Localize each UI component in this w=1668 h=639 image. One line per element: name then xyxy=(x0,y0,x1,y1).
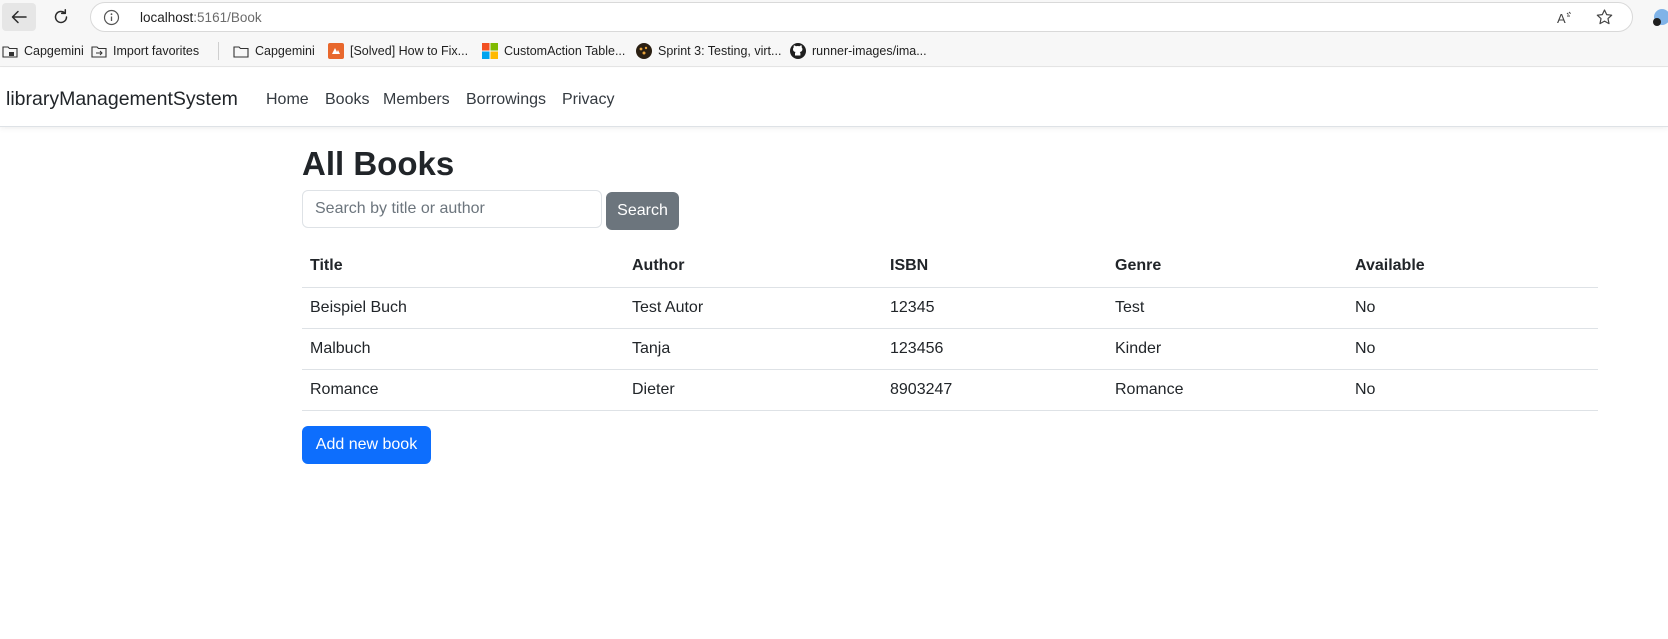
back-arrow-icon xyxy=(11,10,27,24)
folder-lock-icon xyxy=(2,43,18,59)
url-host: localhost xyxy=(140,10,194,25)
nav-link-privacy[interactable]: Privacy xyxy=(562,91,614,109)
bookmark-capgemini-folder[interactable]: Capgemini xyxy=(2,42,84,60)
nav-link-members[interactable]: Members xyxy=(383,91,450,109)
address-bar[interactable]: localhost:5161/Book A xyxy=(90,2,1633,32)
table-row: Beispiel Buch Test Autor 12345 Test No xyxy=(302,287,1598,329)
bookmarks-bar: Capgemini Import favorites Capgemini [So… xyxy=(0,34,1668,67)
bookmark-label: runner-images/ima... xyxy=(812,44,927,58)
column-header-available: Available xyxy=(1347,246,1598,288)
url-path: :5161/Book xyxy=(193,10,262,25)
reload-icon xyxy=(54,9,68,24)
cell-available: No xyxy=(1347,369,1598,411)
site-info-icon[interactable] xyxy=(103,9,120,26)
cell-title: Malbuch xyxy=(302,328,624,370)
url-text[interactable]: localhost:5161/Book xyxy=(140,10,262,25)
microsoft-icon xyxy=(482,43,498,59)
cell-author: Tanja xyxy=(624,328,882,370)
svg-text:A: A xyxy=(1557,11,1566,26)
nav-link-borrowings[interactable]: Borrowings xyxy=(466,91,546,109)
browser-toolbar: localhost:5161/Book A xyxy=(0,0,1668,34)
page-title: All Books xyxy=(302,145,455,182)
app-navbar: libraryManagementSystem Home Books Membe… xyxy=(0,68,1668,127)
cell-available: No xyxy=(1347,328,1598,370)
bookmark-runner-images[interactable]: runner-images/ima... xyxy=(790,42,927,60)
cell-title: Romance xyxy=(302,369,624,411)
cell-genre: Romance xyxy=(1107,369,1347,411)
bookmark-import-favorites[interactable]: Import favorites xyxy=(91,42,199,60)
bookmark-solved-how-to-fix[interactable]: [Solved] How to Fix... xyxy=(328,42,468,60)
profile-icon[interactable] xyxy=(1651,9,1668,27)
column-header-title: Title xyxy=(302,246,624,288)
bookmark-label: Sprint 3: Testing, virt... xyxy=(658,44,782,58)
column-header-author: Author xyxy=(624,246,882,288)
cell-isbn: 8903247 xyxy=(882,369,1107,411)
search-input[interactable] xyxy=(302,190,602,228)
bookmark-separator xyxy=(218,42,219,60)
cell-title: Beispiel Buch xyxy=(302,287,624,329)
site-icon xyxy=(328,43,344,59)
favorite-star-icon[interactable] xyxy=(1595,8,1614,27)
cell-genre: Test xyxy=(1107,287,1347,329)
cell-author: Test Autor xyxy=(624,287,882,329)
brand-link[interactable]: libraryManagementSystem xyxy=(6,88,238,111)
bookmark-label: Import favorites xyxy=(113,44,200,58)
bookmark-label: Capgemini xyxy=(24,44,84,58)
bookmark-label: [Solved] How to Fix... xyxy=(350,44,469,58)
github-icon xyxy=(790,43,806,59)
bookmark-sprint-3[interactable]: Sprint 3: Testing, virt... xyxy=(636,42,781,60)
nav-link-books[interactable]: Books xyxy=(325,91,369,109)
column-header-genre: Genre xyxy=(1107,246,1347,288)
table-row: Romance Dieter 8903247 Romance No xyxy=(302,369,1598,411)
search-button[interactable]: Search xyxy=(606,192,679,230)
bookmark-label: CustomAction Table... xyxy=(504,44,626,58)
sprint-icon xyxy=(636,43,652,59)
table-header-row: Title Author ISBN Genre Available xyxy=(302,246,1598,288)
back-button[interactable] xyxy=(2,3,36,31)
reload-button[interactable] xyxy=(44,3,78,31)
cell-isbn: 12345 xyxy=(882,287,1107,329)
read-aloud-icon[interactable]: A xyxy=(1556,9,1574,27)
cell-genre: Kinder xyxy=(1107,328,1347,370)
cell-author: Dieter xyxy=(624,369,882,411)
folder-icon xyxy=(233,43,249,59)
bookmark-label: Capgemini xyxy=(255,44,315,58)
cell-isbn: 123456 xyxy=(882,328,1107,370)
cell-available: No xyxy=(1347,287,1598,329)
bookmark-capgemini[interactable]: Capgemini xyxy=(233,42,315,60)
import-icon xyxy=(91,43,107,59)
add-new-book-button[interactable]: Add new book xyxy=(302,426,431,464)
table-row: Malbuch Tanja 123456 Kinder No xyxy=(302,328,1598,370)
column-header-isbn: ISBN xyxy=(882,246,1107,288)
books-table: Title Author ISBN Genre Available Beispi… xyxy=(302,246,1598,411)
nav-link-home[interactable]: Home xyxy=(266,91,309,109)
bookmark-customaction-table[interactable]: CustomAction Table... xyxy=(482,42,625,60)
